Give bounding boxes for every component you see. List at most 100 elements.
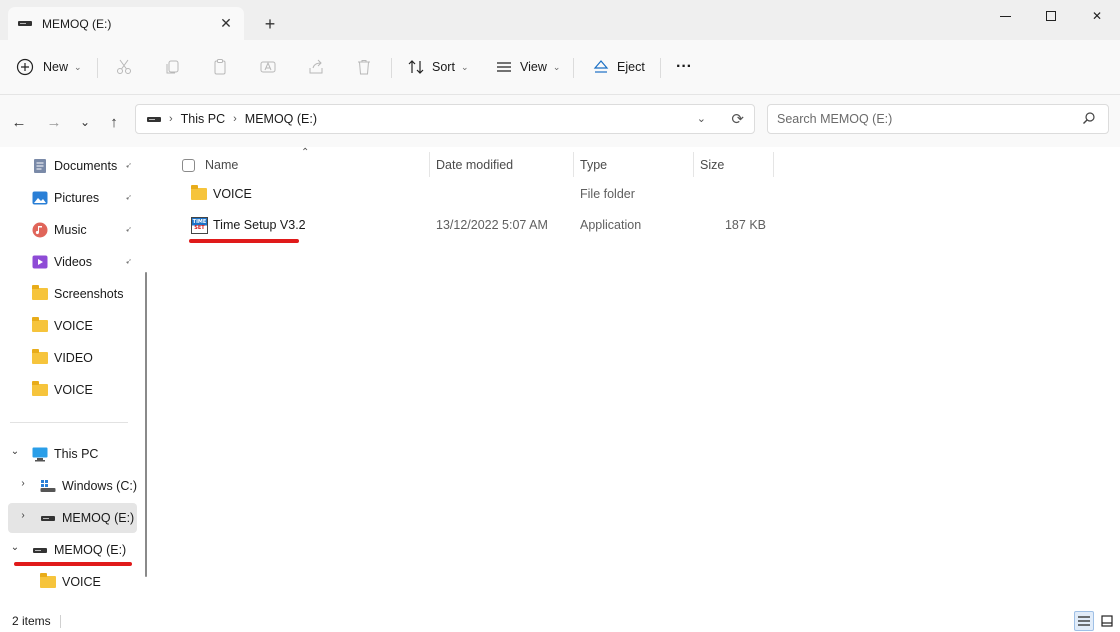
toolbar-divider bbox=[97, 58, 98, 78]
share-icon bbox=[305, 56, 327, 78]
column-divider[interactable] bbox=[693, 152, 694, 177]
paste-button[interactable] bbox=[209, 52, 231, 82]
sidebar-item-label: VOICE bbox=[62, 575, 101, 589]
sort-label: Sort bbox=[432, 60, 455, 74]
sidebar-item-label: Videos bbox=[54, 255, 92, 269]
windows-drive-icon bbox=[40, 478, 56, 494]
sidebar-divider bbox=[10, 422, 128, 423]
sidebar-item-memoq-selected[interactable]: › MEMOQ (E:) bbox=[8, 503, 137, 533]
select-all-checkbox[interactable] bbox=[182, 153, 195, 177]
sidebar-item-screenshots[interactable]: Screenshots bbox=[0, 279, 137, 309]
sidebar-item-music[interactable]: Music bbox=[0, 215, 137, 245]
sort-ascending-icon: ⌃ bbox=[301, 147, 310, 158]
copy-button[interactable] bbox=[161, 52, 183, 82]
file-name: VOICE bbox=[213, 187, 252, 201]
more-options-button[interactable]: ··· bbox=[676, 52, 692, 82]
drive-icon bbox=[40, 510, 56, 526]
eject-button[interactable]: Eject bbox=[590, 52, 645, 82]
sidebar-item-windows-c[interactable]: › Windows (C:) bbox=[0, 471, 137, 501]
search-placeholder: Search MEMOQ (E:) bbox=[777, 112, 893, 126]
drive-icon bbox=[147, 116, 161, 122]
status-bar: 2 items bbox=[0, 610, 1120, 632]
file-size bbox=[700, 180, 766, 208]
column-header-date-modified[interactable]: Date modified bbox=[436, 153, 513, 177]
expand-chevron-icon[interactable]: › bbox=[16, 478, 30, 489]
breadcrumb-this-pc[interactable]: This PC bbox=[181, 112, 225, 126]
address-dropdown-icon[interactable]: ⌄ bbox=[697, 112, 706, 125]
file-name-cell: VOICE bbox=[191, 180, 252, 208]
new-tab-button[interactable]: + bbox=[258, 12, 282, 36]
file-name-cell: TIME SET Time Setup V3.2 bbox=[191, 211, 306, 239]
sidebar-item-documents[interactable]: Documents bbox=[0, 151, 137, 181]
new-label: New bbox=[43, 60, 69, 74]
breadcrumb-separator: › bbox=[233, 113, 237, 125]
close-window-button[interactable]: ✕ bbox=[1074, 2, 1120, 30]
computer-icon bbox=[32, 446, 48, 462]
recent-locations-button[interactable]: ⌄ bbox=[74, 111, 96, 133]
back-button[interactable]: ← bbox=[8, 111, 30, 133]
sidebar-item-label: VIDEO bbox=[54, 351, 93, 365]
folder-icon bbox=[32, 381, 48, 398]
sidebar-item-memoq-expanded[interactable]: ⌄ MEMOQ (E:) bbox=[0, 535, 137, 565]
navigation-bar: ← → ⌄ ↑ › This PC › MEMOQ (E:) ⌄ ⟳ Searc… bbox=[0, 95, 1120, 147]
search-input[interactable]: Search MEMOQ (E:) bbox=[767, 104, 1109, 134]
collapse-chevron-icon[interactable]: ⌄ bbox=[8, 446, 22, 457]
sidebar-item-label: This PC bbox=[54, 447, 99, 461]
status-divider bbox=[60, 615, 61, 628]
search-icon bbox=[1083, 112, 1095, 124]
address-bar[interactable]: › This PC › MEMOQ (E:) ⌄ ⟳ bbox=[135, 104, 755, 134]
view-label: View bbox=[520, 60, 547, 74]
details-view-button[interactable] bbox=[1074, 611, 1094, 631]
sidebar-item-label: Windows (C:) bbox=[62, 479, 138, 493]
column-header-type[interactable]: Type bbox=[580, 153, 607, 177]
forward-button[interactable]: → bbox=[43, 111, 65, 133]
column-divider[interactable] bbox=[573, 152, 574, 177]
sidebar-item-video[interactable]: VIDEO bbox=[0, 343, 137, 373]
chevron-down-icon: ⌄ bbox=[552, 61, 561, 72]
sort-icon bbox=[405, 56, 427, 78]
navigation-pane: Documents Pictures Music Videos Screensh… bbox=[0, 147, 155, 610]
column-date-label: Date modified bbox=[436, 158, 514, 172]
refresh-icon[interactable]: ⟳ bbox=[731, 110, 744, 128]
sidebar-item-pictures[interactable]: Pictures bbox=[0, 183, 137, 213]
share-button[interactable] bbox=[305, 52, 327, 82]
column-header-name[interactable]: Name bbox=[205, 153, 238, 177]
maximize-icon bbox=[1046, 11, 1056, 21]
file-row-voice[interactable]: VOICE File folder bbox=[156, 180, 1120, 208]
clipboard-icon bbox=[209, 56, 231, 78]
column-divider[interactable] bbox=[773, 152, 774, 177]
eject-icon bbox=[590, 56, 612, 78]
collapse-chevron-icon[interactable]: ⌄ bbox=[8, 542, 22, 553]
plus-circle-icon bbox=[14, 56, 36, 78]
sidebar-item-voice[interactable]: VOICE bbox=[0, 311, 137, 341]
title-bar: MEMOQ (E:) ✕ + ✕ bbox=[0, 0, 1120, 40]
folder-icon bbox=[32, 317, 48, 334]
pin-icon bbox=[123, 192, 133, 205]
file-date: 13/12/2022 5:07 AM bbox=[436, 218, 548, 232]
tab-title: MEMOQ (E:) bbox=[42, 16, 112, 31]
tab-close-icon[interactable]: ✕ bbox=[216, 13, 236, 33]
delete-button[interactable] bbox=[353, 52, 375, 82]
sort-button[interactable]: Sort ⌄ bbox=[405, 52, 468, 82]
maximize-button[interactable] bbox=[1028, 2, 1074, 30]
sidebar-item-voice-child[interactable]: VOICE bbox=[0, 567, 137, 597]
rename-button[interactable] bbox=[257, 52, 279, 82]
sidebar-scrollbar[interactable] bbox=[145, 272, 147, 577]
cut-button[interactable] bbox=[113, 52, 135, 82]
file-row-time-setup[interactable]: TIME SET Time Setup V3.2 13/12/2022 5:07… bbox=[156, 211, 1120, 239]
sidebar-item-videos[interactable]: Videos bbox=[0, 247, 137, 277]
view-button[interactable]: View ⌄ bbox=[493, 52, 560, 82]
drive-icon bbox=[18, 21, 32, 26]
breadcrumb-memoq[interactable]: MEMOQ (E:) bbox=[245, 112, 317, 126]
sidebar-item-voice-2[interactable]: VOICE bbox=[0, 375, 137, 405]
tiles-view-button[interactable] bbox=[1097, 611, 1117, 631]
up-button[interactable]: ↑ bbox=[103, 111, 125, 133]
column-header-size[interactable]: Size bbox=[700, 153, 724, 177]
column-divider[interactable] bbox=[429, 152, 430, 177]
tab-memoq[interactable]: MEMOQ (E:) ✕ bbox=[8, 7, 244, 40]
column-name-label: Name bbox=[205, 158, 239, 172]
sidebar-item-this-pc[interactable]: ⌄ This PC bbox=[0, 439, 137, 469]
minimize-button[interactable] bbox=[982, 2, 1028, 30]
new-button[interactable]: New ⌄ bbox=[14, 52, 82, 82]
expand-chevron-icon[interactable]: › bbox=[16, 510, 30, 521]
